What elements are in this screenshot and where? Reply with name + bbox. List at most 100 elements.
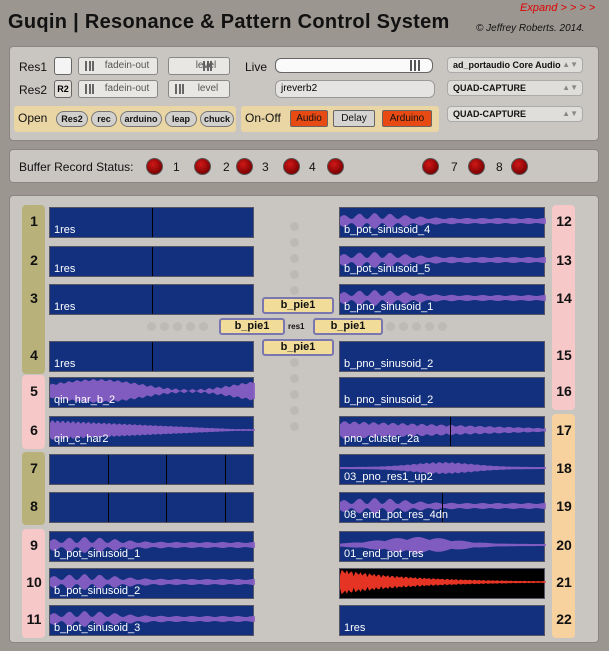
mixer-dot bbox=[290, 406, 299, 415]
reverb-field[interactable]: jreverb2 bbox=[275, 80, 435, 98]
left-waveform-slot[interactable] bbox=[49, 454, 254, 485]
left-slot-number: 8 bbox=[30, 498, 38, 514]
right-waveform-slot[interactable]: pno_cluster_2a bbox=[339, 416, 546, 447]
slider-grip-icon bbox=[85, 61, 94, 71]
buffer-status-label: Buffer Record Status: bbox=[19, 160, 134, 174]
right-slot-number: 20 bbox=[556, 537, 572, 553]
waveform-name: b_pno_sinusoid_1 bbox=[344, 301, 434, 313]
right-waveform-slot[interactable]: b_pno_sinusoid_1 bbox=[339, 284, 546, 315]
res1-fade-slider[interactable]: fadein-out bbox=[78, 57, 158, 75]
res2-level-slider[interactable]: level bbox=[168, 80, 230, 98]
right-waveform-slot[interactable] bbox=[339, 568, 546, 599]
right-waveform-slot[interactable]: b_pot_sinusoid_4 bbox=[339, 207, 546, 238]
output-device-select[interactable]: QUAD-CAPTURE ▲▼ bbox=[447, 106, 583, 122]
mixer-dot bbox=[173, 322, 182, 331]
right-slot-number: 18 bbox=[556, 460, 572, 476]
right-slot-number: 13 bbox=[556, 252, 572, 268]
left-waveform-slot[interactable]: b_pot_sinusoid_1 bbox=[49, 531, 255, 562]
buffer-led-8 bbox=[511, 158, 528, 175]
waveform-divider bbox=[152, 247, 153, 276]
waveform-divider bbox=[450, 417, 451, 446]
right-waveform-slot[interactable]: 03_pno_res1_up2 bbox=[339, 454, 546, 485]
waveform-name: b_pot_sinusoid_4 bbox=[344, 224, 431, 236]
right-waveform-slot[interactable]: 1res bbox=[339, 605, 545, 636]
open-res2-button[interactable]: Res2 bbox=[56, 111, 88, 127]
res1-level-slider[interactable]: level bbox=[168, 57, 230, 75]
left-waveform-slot[interactable]: qin_c_har2 bbox=[49, 416, 255, 447]
left-waveform-slot[interactable]: 1res bbox=[49, 207, 254, 238]
mixer-left-button[interactable]: b_pie1 bbox=[219, 318, 285, 335]
updown-arrow-icon: ▲▼ bbox=[562, 60, 578, 69]
buffer-led-2 bbox=[194, 158, 211, 175]
waveform-name: b_pot_sinusoid_3 bbox=[54, 622, 141, 634]
left-waveform-slot[interactable]: 1res bbox=[49, 284, 254, 315]
buffer-panel: Buffer Record Status: 1 2 3 4 7 8 bbox=[9, 149, 599, 183]
waveform-name: 1res bbox=[344, 622, 366, 634]
right-waveform-slot[interactable]: 08_end_pot_res_4dn bbox=[339, 492, 546, 523]
mixer-right-button[interactable]: b_pie1 bbox=[313, 318, 383, 335]
left-waveform-slot[interactable]: 1res bbox=[49, 246, 254, 277]
waveform-name: b_pno_sinusoid_2 bbox=[344, 394, 434, 406]
left-waveform-slot[interactable]: b_pot_sinusoid_3 bbox=[49, 605, 255, 636]
left-slot-number: 4 bbox=[30, 347, 38, 363]
res2-fade-slider[interactable]: fadein-out bbox=[78, 80, 158, 98]
open-rec-button[interactable]: rec bbox=[91, 111, 117, 127]
waveform-divider bbox=[225, 493, 226, 522]
left-waveform-slot[interactable]: qin_har_b_2 bbox=[49, 377, 255, 408]
right-waveform-slot[interactable]: b_pno_sinusoid_2 bbox=[339, 341, 545, 372]
open-arduino-button[interactable]: arduino bbox=[120, 111, 162, 127]
right-waveform-slot[interactable]: b_pno_sinusoid_2 bbox=[339, 377, 545, 408]
right-waveform-slot[interactable]: b_pot_sinusoid_5 bbox=[339, 246, 546, 277]
left-waveform-slot[interactable]: 1res bbox=[49, 341, 254, 372]
open-leap-button[interactable]: leap bbox=[165, 111, 197, 127]
slot-number-strip bbox=[552, 414, 575, 638]
buffer-num-2: 2 bbox=[223, 160, 230, 174]
res1-label: Res1 bbox=[19, 60, 48, 74]
expand-link[interactable]: Expand > > > > bbox=[520, 2, 595, 14]
left-slot-number: 5 bbox=[30, 383, 38, 399]
left-slot-number: 11 bbox=[26, 611, 42, 627]
mixer-dot bbox=[290, 222, 299, 231]
mixer-bottom-button[interactable]: b_pie1 bbox=[262, 339, 334, 356]
live-label: Live bbox=[245, 60, 268, 74]
waveform-divider bbox=[108, 493, 109, 522]
live-slider[interactable] bbox=[275, 58, 433, 73]
right-slot-number: 12 bbox=[556, 213, 572, 229]
buffer-led-4 bbox=[283, 158, 300, 175]
left-waveform-slot[interactable]: b_pot_sinusoid_2 bbox=[49, 568, 255, 599]
waveform-name: 1res bbox=[54, 358, 76, 370]
mixer-dot bbox=[160, 322, 169, 331]
right-slot-number: 19 bbox=[556, 498, 572, 514]
audio-driver-select[interactable]: ad_portaudio Core Audio ▲▼ bbox=[447, 57, 583, 73]
buffer-led-6 bbox=[422, 158, 439, 175]
waveform-name: b_pot_sinusoid_1 bbox=[54, 548, 141, 560]
waveform-name: 01_end_pot_res bbox=[344, 548, 424, 560]
res2-label: Res2 bbox=[19, 83, 48, 97]
mixer-dot bbox=[147, 322, 156, 331]
input-device-select[interactable]: QUAD-CAPTURE ▲▼ bbox=[447, 80, 583, 96]
updown-arrow-icon: ▲▼ bbox=[562, 109, 578, 118]
slider-grip-icon bbox=[85, 84, 94, 94]
audio-toggle-button[interactable]: Audio bbox=[290, 110, 328, 127]
buffer-num-4: 4 bbox=[309, 160, 316, 174]
right-slot-number: 16 bbox=[556, 383, 572, 399]
delay-toggle-button[interactable]: Delay bbox=[333, 110, 375, 127]
waveform-name: 08_end_pot_res_4dn bbox=[344, 509, 448, 521]
waveform-divider bbox=[152, 208, 153, 237]
mixer-dot bbox=[290, 374, 299, 383]
left-slot-number: 1 bbox=[30, 213, 38, 229]
copyright-text: © Jeffrey Roberts. 2014. bbox=[476, 23, 585, 34]
r2-toggle[interactable]: R2 bbox=[54, 80, 72, 98]
left-waveform-slot[interactable] bbox=[49, 492, 254, 523]
mixer-dot bbox=[290, 422, 299, 431]
right-waveform-slot[interactable]: 01_end_pot_res bbox=[339, 531, 546, 562]
updown-arrow-icon: ▲▼ bbox=[562, 83, 578, 92]
res1-toggle[interactable] bbox=[54, 57, 72, 75]
mixer-dot bbox=[425, 322, 434, 331]
mixer-dot bbox=[290, 286, 299, 295]
mixer-top-button[interactable]: b_pie1 bbox=[262, 297, 334, 314]
mixer-dot bbox=[186, 322, 195, 331]
slider-thumb-icon[interactable] bbox=[409, 60, 420, 71]
arduino-toggle-button[interactable]: Arduino bbox=[382, 110, 432, 127]
open-chuck-button[interactable]: chuck bbox=[200, 111, 234, 127]
